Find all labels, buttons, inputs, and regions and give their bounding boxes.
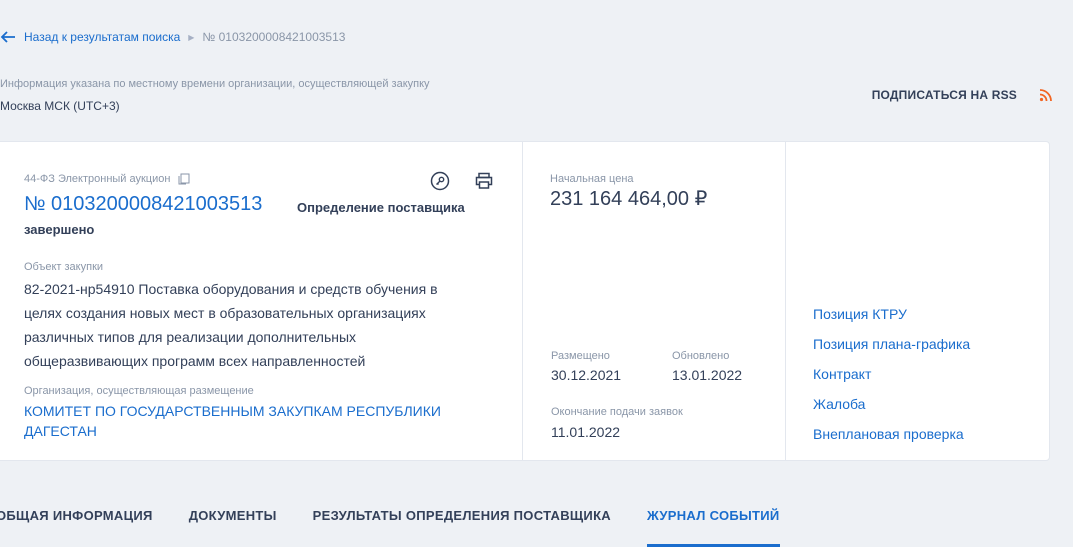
end-date: 11.01.2022 xyxy=(551,424,621,440)
placed-label: Размещено xyxy=(551,350,610,362)
initial-price: 231 164 464,00 ₽ xyxy=(550,188,708,210)
tab-bar: ОБЩАЯ ИНФОРМАЦИЯ ДОКУМЕНТЫ РЕЗУЛЬТАТЫ ОП… xyxy=(0,508,816,547)
subscribe-rss-link[interactable]: ПОДПИСАТЬСЯ НА RSS xyxy=(872,88,1017,102)
placed-date: 30.12.2021 xyxy=(551,367,622,383)
back-to-search-link[interactable]: Назад к результатам поиска xyxy=(24,30,180,44)
tab-event-log[interactable]: ЖУРНАЛ СОБЫТИЙ xyxy=(647,508,780,547)
tab-general-info[interactable]: ОБЩАЯ ИНФОРМАЦИЯ xyxy=(0,508,153,547)
related-links: Позиция КТРУ Позиция плана-графика Контр… xyxy=(813,306,970,456)
ktru-position-link[interactable]: Позиция КТРУ xyxy=(813,306,970,336)
status-text-continued: завершено xyxy=(24,222,95,237)
tab-supplier-results[interactable]: РЕЗУЛЬТАТЫ ОПРЕДЕЛЕНИЯ ПОСТАВЩИКА xyxy=(313,508,611,547)
breadcrumb: Назад к результатам поиска ▶ № 010320000… xyxy=(0,28,345,46)
status-text: Определение поставщика xyxy=(297,200,465,215)
law-type: 44-ФЗ Электронный аукцион xyxy=(24,173,190,185)
rss-icon[interactable] xyxy=(1039,88,1053,102)
updated-date: 13.01.2022 xyxy=(672,367,743,383)
object-text: 82-2021-нр54910 Поставка оборудования и … xyxy=(24,281,438,369)
key-icon[interactable] xyxy=(430,171,450,191)
contract-link[interactable]: Контракт xyxy=(813,366,970,396)
print-icon[interactable] xyxy=(474,171,494,191)
registry-number[interactable]: № 0103200008421003513 xyxy=(24,193,262,216)
timezone-note: Информация указана по местному времени о… xyxy=(0,78,430,90)
price-label: Начальная цена xyxy=(550,173,634,185)
breadcrumb-current: № 0103200008421003513 xyxy=(202,30,346,44)
plan-schedule-link[interactable]: Позиция плана-графика xyxy=(813,336,970,366)
tab-documents[interactable]: ДОКУМЕНТЫ xyxy=(189,508,277,547)
timezone-value: Москва МСК (UTC+3) xyxy=(0,99,120,113)
organization-link[interactable]: КОМИТЕТ ПО ГОСУДАРСТВЕННЫМ ЗАКУПКАМ РЕСП… xyxy=(24,401,474,441)
unscheduled-inspection-link[interactable]: Внеплановая проверка xyxy=(813,426,970,456)
breadcrumb-separator-icon: ▶ xyxy=(188,32,195,42)
copy-icon[interactable] xyxy=(178,173,190,185)
arrow-left-icon[interactable] xyxy=(0,29,16,45)
complaint-link[interactable]: Жалоба xyxy=(813,396,970,426)
organization-label: Организация, осуществляющая размещение xyxy=(24,385,254,397)
law-type-label: 44-ФЗ Электронный аукцион xyxy=(24,173,171,185)
end-label: Окончание подачи заявок xyxy=(551,406,683,418)
updated-label: Обновлено xyxy=(672,350,730,362)
object-label: Объект закупки xyxy=(24,261,104,273)
column-divider xyxy=(785,141,786,461)
column-divider xyxy=(522,141,523,461)
